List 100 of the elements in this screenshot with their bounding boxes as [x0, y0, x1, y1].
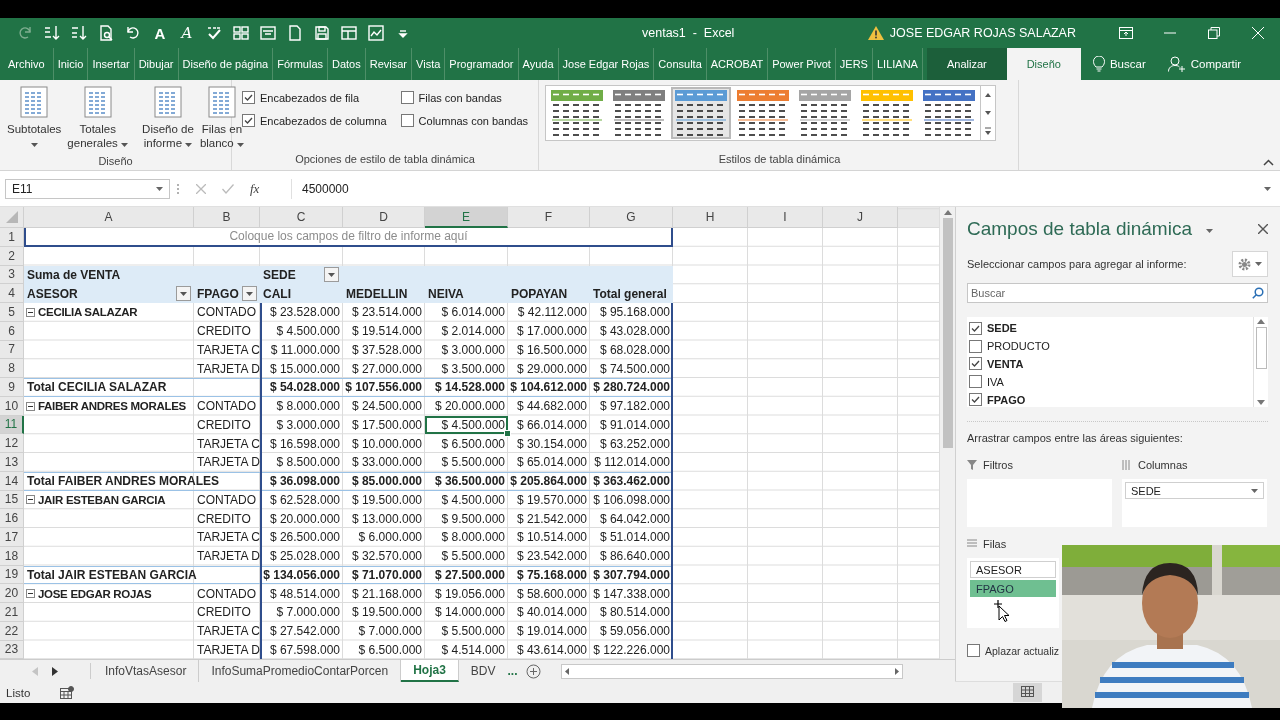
- row-header[interactable]: 5: [0, 303, 24, 322]
- row-header[interactable]: 13: [0, 453, 24, 472]
- window-title: ventas1 - Excel: [641, 26, 735, 40]
- table-cell: NEIVA: [425, 284, 508, 303]
- row-header[interactable]: 21: [0, 603, 24, 622]
- table-cell-text: $ 14.000.000: [433, 604, 506, 622]
- sheet-tab[interactable]: Hoja3: [401, 660, 459, 682]
- sheet-tab[interactable]: BDV: [458, 660, 500, 682]
- table-cell-text: $ 24.500.000: [350, 398, 423, 416]
- row-header[interactable]: 1: [0, 228, 24, 247]
- table-cell-text: $ 30.154.000: [515, 435, 588, 453]
- area-field[interactable]: ASESOR: [970, 561, 1056, 578]
- table-cell-text: $ 43.028.000: [598, 323, 671, 341]
- checkbox-label[interactable]: Encabezados de columna: [260, 114, 387, 127]
- column-header[interactable]: B: [194, 207, 260, 228]
- font-style-button[interactable]: A: [178, 24, 196, 42]
- ribbon-tab[interactable]: Diseño: [1006, 48, 1081, 80]
- table-cell-text: $ 80.514.000: [598, 604, 671, 622]
- area-field[interactable]: FPAGO: [970, 580, 1056, 597]
- checkbox-label[interactable]: Encabezados de fila: [260, 91, 360, 104]
- area-label: Columnas: [1138, 459, 1188, 471]
- tell-me-search[interactable]: Buscar: [1109, 58, 1146, 70]
- table-cell-text: $ 27.500.000: [433, 566, 506, 584]
- font-button[interactable]: A: [151, 24, 169, 42]
- table-cell: Suma de VENTA: [24, 265, 194, 285]
- column-header[interactable]: J: [823, 207, 898, 228]
- table-cell-text: $ 44.682.000: [515, 398, 588, 416]
- ribbon-button[interactable]: Subtotales: [4, 84, 65, 152]
- insert-function-button[interactable]: fx: [250, 180, 260, 197]
- share-button[interactable]: Compartir: [1190, 58, 1242, 70]
- table-cell-text: $ 16.500.000: [515, 341, 588, 359]
- field-label[interactable]: FPAGO: [987, 393, 1026, 406]
- table-cell-text: $ 112.014.000: [593, 454, 671, 472]
- table-cell-text: CREDITO: [196, 510, 252, 528]
- ribbon-button[interactable]: Filas en blanco: [196, 84, 247, 152]
- status-text: Listo: [6, 686, 31, 699]
- checkbox-label[interactable]: Aplazar actualiz: [985, 644, 1060, 657]
- row-header[interactable]: 9: [0, 378, 24, 397]
- row-header[interactable]: 17: [0, 528, 24, 547]
- column-header[interactable]: D: [343, 207, 425, 228]
- table-cell-text: $ 59.056.000: [598, 623, 671, 641]
- column-header[interactable]: F: [508, 207, 590, 228]
- table-cell-text: $ 6.500.000: [440, 435, 506, 453]
- table-cell-text: $ 134.056.000: [262, 566, 341, 584]
- user-name[interactable]: JOSE EDGAR ROJAS SALAZAR: [889, 26, 1076, 40]
- table-cell-text: $ 7.000.000: [275, 604, 341, 622]
- row-header[interactable]: 4: [0, 284, 24, 303]
- ribbon-tab[interactable]: Analizar: [926, 48, 1007, 80]
- row-header[interactable]: 16: [0, 509, 24, 528]
- table-cell-text: $ 97.182.000: [598, 398, 671, 416]
- table-cell-text: $ 16.598.000: [268, 435, 341, 453]
- table-cell-text: $ 205.864.000: [509, 473, 588, 491]
- table-cell-text: $ 86.640.000: [598, 548, 671, 566]
- table-cell-text: $ 147.338.000: [592, 585, 671, 603]
- table-cell-text: $ 6.500.000: [357, 641, 423, 659]
- table-cell-text: $ 8.000.000: [275, 398, 341, 416]
- drop-area[interactable]: SEDE: [1122, 479, 1267, 527]
- ribbon-button[interactable]: Totales generales: [64, 84, 132, 152]
- row-header[interactable]: 8: [0, 359, 24, 378]
- table-cell-text: $ 9.500.000: [440, 510, 506, 528]
- table-cell-text: $ 40.014.000: [515, 604, 588, 622]
- table-cell-text: TARJETA D: [196, 641, 260, 659]
- field-label[interactable]: IVA: [987, 375, 1004, 388]
- table-cell-text: $ 4.500.000: [440, 491, 506, 509]
- table-cell-text: $ 32.570.000: [350, 548, 423, 566]
- table-cell-text: TARJETA D: [196, 548, 260, 566]
- column-header[interactable]: I: [748, 207, 823, 228]
- row-header[interactable]: 12: [0, 434, 24, 453]
- field-label[interactable]: VENTA: [987, 358, 1024, 370]
- drop-area[interactable]: ASESOR FPAGO: [967, 558, 1059, 628]
- table-cell-text: CREDITO: [196, 416, 252, 434]
- group-label: Estilos de tabla dinámica: [717, 152, 842, 167]
- formula-input[interactable]: 4500000: [298, 178, 1275, 199]
- table-cell-text: $ 51.014.000: [598, 529, 671, 547]
- table-cell-text: $ 4.500.000: [275, 323, 341, 341]
- row-header[interactable]: 20: [0, 584, 24, 603]
- table-cell-text: TARJETA C: [196, 623, 260, 641]
- table-cell-text: TARJETA C: [196, 341, 260, 359]
- table-cell-text: $ 17.000.000: [515, 323, 588, 341]
- search-field[interactable]: Buscar: [967, 283, 1268, 303]
- table-cell-text: $ 5.500.000: [440, 623, 506, 641]
- column-header[interactable]: E: [425, 207, 508, 228]
- column-header[interactable]: C: [260, 207, 343, 228]
- checkbox-label[interactable]: Columnas con bandas: [418, 114, 529, 127]
- field-label[interactable]: PRODUCTO: [987, 340, 1050, 353]
- area-field[interactable]: SEDE: [1125, 482, 1264, 499]
- table-cell-text: $ 8.000.000: [440, 529, 506, 547]
- table-cell-text: CONTADO: [196, 304, 258, 322]
- ribbon-button[interactable]: Diseño de informe: [139, 84, 197, 152]
- column-header[interactable]: A: [24, 207, 194, 228]
- field-label[interactable]: SEDE: [987, 322, 1017, 335]
- column-header[interactable]: H: [673, 207, 748, 228]
- name-box[interactable]: E11: [5, 178, 170, 199]
- column-header[interactable]: G: [590, 207, 673, 228]
- table-cell-text: $ 91.014.000: [598, 416, 671, 434]
- more-sheets-button[interactable]: ...: [499, 664, 526, 678]
- checkbox-label[interactable]: Filas con bandas: [418, 91, 502, 104]
- table-cell-text: $ 4.514.000: [440, 641, 506, 659]
- table-cell-text: $ 19.056.000: [433, 585, 506, 603]
- table-cell-text: $ 14.528.000: [433, 379, 506, 397]
